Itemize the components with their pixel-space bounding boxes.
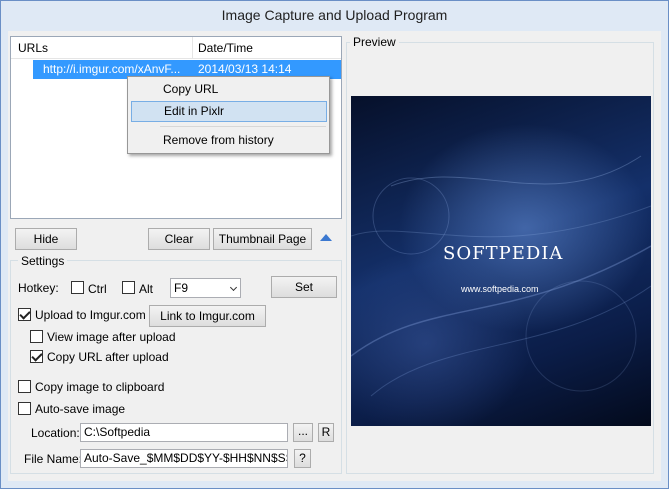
hotkey-label: Hotkey:: [18, 281, 59, 295]
alt-checkbox[interactable]: [122, 281, 135, 294]
thumbnail-page-button[interactable]: Thumbnail Page: [213, 228, 312, 250]
view-after-upload-checkbox[interactable]: [30, 330, 43, 343]
copy-to-clipboard-checkbox[interactable]: [18, 380, 31, 393]
upload-to-imgur-label: Upload to Imgur.com: [35, 308, 146, 322]
menu-separator: [160, 126, 326, 127]
set-button[interactable]: Set: [271, 276, 337, 298]
list-header: URLs Date/Time: [11, 37, 341, 59]
location-input[interactable]: C:\Softpedia: [80, 423, 288, 442]
collapse-arrow-icon[interactable]: [320, 234, 332, 241]
list-item-datetime: 2014/03/13 14:14: [198, 62, 292, 76]
browse-location-button[interactable]: ...: [293, 423, 313, 442]
ctrl-checkbox[interactable]: [71, 281, 84, 294]
location-label: Location:: [31, 426, 80, 440]
ctrl-label: Ctrl: [88, 282, 107, 296]
menu-item-edit-in-pixlr[interactable]: Edit in Pixlr: [131, 101, 327, 122]
preview-image: SOFTPEDIA www.softpedia.com: [351, 96, 651, 426]
hide-button[interactable]: Hide: [15, 228, 77, 250]
filename-help-button[interactable]: ?: [294, 449, 311, 468]
auto-save-checkbox[interactable]: [18, 402, 31, 415]
link-to-imgur-button[interactable]: Link to Imgur.com: [149, 305, 266, 327]
preview-group-title: Preview: [350, 35, 399, 49]
alt-label: Alt: [139, 282, 154, 296]
hotkey-key-select[interactable]: F9: [170, 278, 241, 298]
auto-save-label: Auto-save image: [35, 402, 126, 416]
filename-label: File Name:: [24, 452, 83, 466]
preview-brand-text: SOFTPEDIA: [443, 243, 564, 264]
copy-url-after-upload-checkbox[interactable]: [30, 350, 43, 363]
context-menu: Copy URL Edit in Pixlr Remove from histo…: [127, 76, 330, 154]
menu-item-copy-url[interactable]: Copy URL: [131, 79, 327, 100]
settings-group-title: Settings: [18, 254, 68, 268]
upload-to-imgur-checkbox[interactable]: [18, 308, 31, 321]
column-divider[interactable]: [192, 37, 193, 59]
preview-brand-url: www.softpedia.com: [461, 284, 539, 294]
copy-url-after-upload-label: Copy URL after upload: [47, 350, 169, 364]
column-header-datetime[interactable]: Date/Time: [198, 41, 253, 55]
chevron-down-icon: [229, 283, 238, 292]
filename-input[interactable]: Auto-Save_$MM$DD$YY-$HH$NN$SS: [80, 449, 288, 468]
clear-button[interactable]: Clear: [148, 228, 210, 250]
window-title: Image Capture and Upload Program: [221, 7, 448, 23]
menu-item-remove-from-history[interactable]: Remove from history: [131, 130, 327, 151]
list-item-url: http://i.imgur.com/xAnvF...: [43, 62, 181, 76]
view-after-upload-label: View image after upload: [47, 330, 176, 344]
hotkey-key-value: F9: [174, 281, 189, 295]
reset-location-button[interactable]: R: [318, 423, 334, 442]
copy-to-clipboard-label: Copy image to clipboard: [35, 380, 165, 394]
column-header-urls[interactable]: URLs: [18, 41, 48, 55]
